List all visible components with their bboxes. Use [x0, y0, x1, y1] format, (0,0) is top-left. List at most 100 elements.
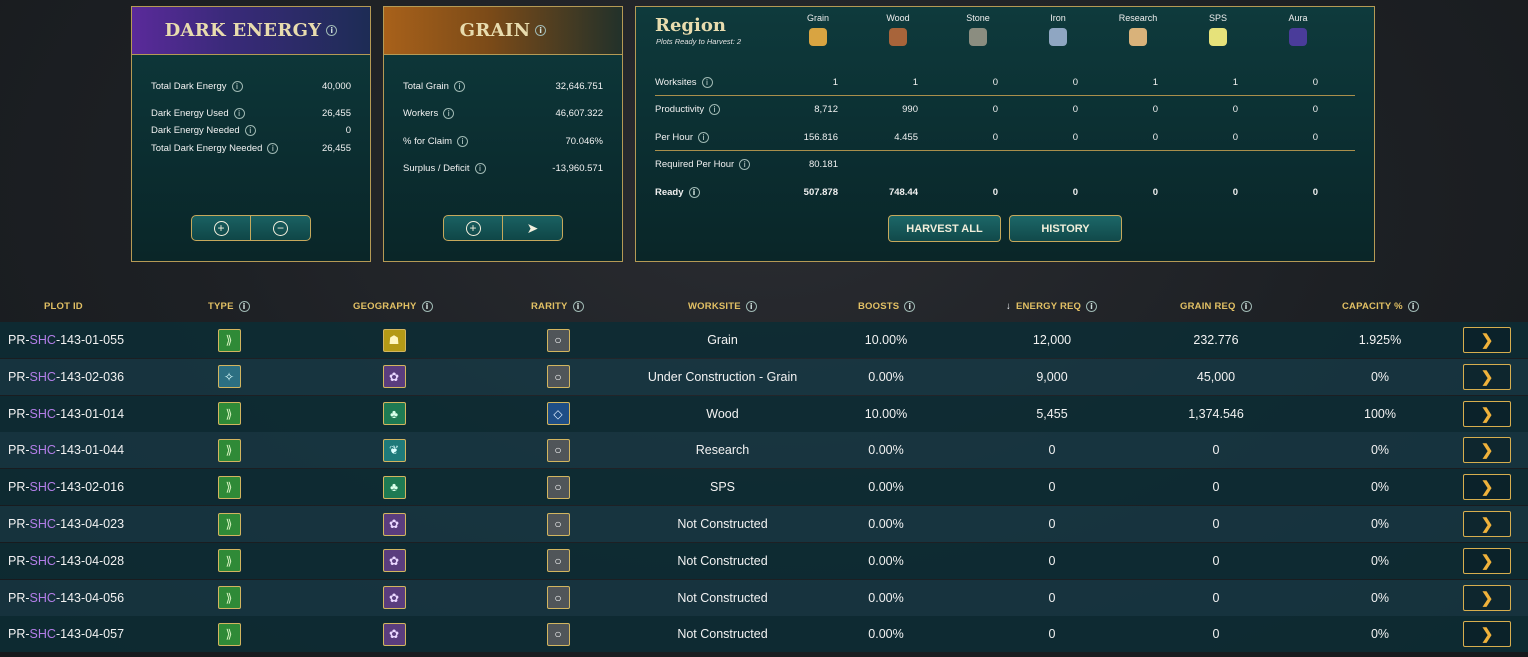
header-type[interactable]: TYPE i: [208, 301, 250, 312]
info-icon[interactable]: i: [698, 132, 710, 143]
info-icon[interactable]: i: [326, 25, 338, 36]
geography-teal-icon[interactable]: ❦: [382, 438, 406, 462]
plot-id-code: SHC: [29, 627, 56, 642]
geography-purple-icon[interactable]: ✿: [382, 365, 406, 389]
boosts-cell: 0.00%: [868, 480, 904, 495]
add-dark-energy-button[interactable]: +: [191, 215, 251, 241]
table-row[interactable]: PR- SHC -143-04-028 ⟫ ✿ ○ Not Constructed …: [0, 542, 1528, 579]
info-icon[interactable]: i: [453, 81, 465, 92]
plot-id: PR- SHC -143-04-057: [8, 616, 124, 652]
add-grain-button[interactable]: +: [443, 215, 503, 241]
stat-value: 32,646.751: [555, 81, 603, 92]
info-icon[interactable]: i: [739, 159, 751, 170]
open-plot-button[interactable]: ❯: [1463, 327, 1511, 353]
open-plot-button[interactable]: ❯: [1463, 621, 1511, 648]
rarity-common-icon[interactable]: ○: [546, 475, 570, 499]
rarity-common-icon[interactable]: ○: [546, 622, 570, 646]
rarity-common-icon[interactable]: ○: [546, 512, 570, 536]
info-icon[interactable]: i: [474, 163, 486, 174]
info-icon[interactable]: i: [231, 81, 243, 92]
harvest-all-button[interactable]: HARVEST ALL: [888, 215, 1001, 242]
plot-type-icon[interactable]: ⟫: [217, 475, 241, 499]
info-icon[interactable]: i: [745, 301, 757, 312]
open-plot-button[interactable]: ❯: [1463, 400, 1511, 427]
plot-type-icon[interactable]: ✧: [217, 365, 241, 389]
row-label-text: Per Hour: [655, 132, 694, 144]
remove-dark-energy-button[interactable]: −: [251, 215, 311, 241]
geography-purple-icon[interactable]: ✿: [382, 586, 406, 610]
info-icon[interactable]: i: [1240, 301, 1252, 312]
send-grain-button[interactable]: ➤: [503, 215, 563, 241]
table-row[interactable]: PR- SHC -143-01-044 ⟫ ❦ ○ Research 0.00% 0…: [0, 432, 1528, 469]
table-row[interactable]: PR- SHC -143-04-057 ⟫ ✿ ○ Not Constructed …: [0, 616, 1528, 653]
table-row[interactable]: PR- SHC -143-01-055 ⟫ ☗ ○ Grain 10.00% 12,…: [0, 322, 1528, 358]
table-row[interactable]: PR- SHC -143-04-023 ⟫ ✿ ○ Not Constructed …: [0, 506, 1528, 542]
plot-type-icon[interactable]: ⟫: [217, 549, 241, 573]
geography-green-icon[interactable]: ♣: [382, 402, 406, 426]
rarity-common-icon[interactable]: ○: [546, 438, 570, 462]
geography-purple-icon[interactable]: ✿: [382, 622, 406, 646]
header-capacity[interactable]: CAPACITY % i: [1342, 301, 1419, 312]
info-icon[interactable]: i: [443, 108, 455, 119]
info-icon[interactable]: i: [535, 25, 547, 36]
stat-value: 46,607.322: [555, 108, 603, 119]
header-plot-id[interactable]: PLOT ID: [44, 301, 83, 312]
sps-icon: [1209, 28, 1227, 46]
rarity-common-icon[interactable]: ○: [546, 365, 570, 389]
open-plot-button[interactable]: ❯: [1463, 584, 1511, 611]
info-icon[interactable]: i: [572, 301, 584, 312]
table-row[interactable]: PR- SHC -143-02-036 ✧ ✿ ○ Under Constructi…: [0, 358, 1528, 395]
info-icon[interactable]: i: [457, 136, 469, 147]
table-row[interactable]: PR- SHC -143-04-056 ⟫ ✿ ○ Not Constructed …: [0, 579, 1528, 616]
plot-id-suffix: -143-02-036: [55, 369, 125, 384]
table-row[interactable]: PR- SHC -143-01-014 ⟫ ♣ ◇ Wood 10.00% 5,45…: [0, 395, 1528, 432]
plot-type-icon[interactable]: ⟫: [217, 512, 241, 536]
open-plot-button[interactable]: ❯: [1463, 363, 1511, 390]
info-icon[interactable]: i: [701, 77, 713, 88]
plot-type-icon[interactable]: ⟫: [217, 328, 241, 352]
geography-cell: ✿: [377, 506, 411, 542]
plot-type-icon[interactable]: ⟫: [217, 586, 241, 610]
info-icon[interactable]: i: [904, 301, 916, 312]
rarity-rare-icon[interactable]: ◇: [546, 402, 570, 426]
info-icon[interactable]: i: [688, 187, 700, 198]
history-button[interactable]: HISTORY: [1009, 215, 1122, 242]
geography-green-icon[interactable]: ♣: [382, 475, 406, 499]
region-value: 156.816: [803, 132, 838, 143]
open-plot-button[interactable]: ❯: [1463, 511, 1511, 537]
header-energy-req[interactable]: ↓ ENERGY REQ i: [1006, 301, 1098, 312]
plot-type-icon[interactable]: ⟫: [217, 438, 241, 462]
geography-purple-icon[interactable]: ✿: [382, 512, 406, 536]
info-icon[interactable]: i: [267, 143, 279, 154]
plot-type-icon[interactable]: ⟫: [217, 402, 241, 426]
geography-purple-icon[interactable]: ✿: [382, 549, 406, 573]
action-cell: ❯: [1463, 469, 1511, 505]
info-icon[interactable]: i: [1407, 301, 1419, 312]
open-plot-button[interactable]: ❯: [1463, 547, 1511, 574]
header-rarity[interactable]: RARITY i: [531, 301, 584, 312]
open-plot-button[interactable]: ❯: [1463, 437, 1511, 464]
info-icon[interactable]: i: [238, 301, 250, 312]
header-boosts[interactable]: BOOSTS i: [858, 301, 916, 312]
rarity-cell: ○: [541, 322, 575, 358]
info-icon[interactable]: i: [244, 125, 256, 136]
geography-grain-icon[interactable]: ☗: [382, 328, 406, 352]
open-plot-button[interactable]: ❯: [1463, 474, 1511, 501]
header-grain-req[interactable]: GRAIN REQ i: [1180, 301, 1252, 312]
rarity-common-icon[interactable]: ○: [546, 328, 570, 352]
plot-type-icon[interactable]: ⟫: [217, 622, 241, 646]
energy-req-cell: 9,000: [1036, 369, 1068, 384]
region-value: 1: [912, 77, 918, 88]
rarity-common-icon[interactable]: ○: [546, 549, 570, 573]
info-icon[interactable]: i: [421, 301, 433, 312]
info-icon[interactable]: i: [1086, 301, 1098, 312]
plot-id-code: SHC: [29, 553, 56, 568]
table-row[interactable]: PR- SHC -143-02-016 ⟫ ♣ ○ SPS 0.00% 0 0 0%…: [0, 469, 1528, 506]
header-geography[interactable]: GEOGRAPHY i: [353, 301, 433, 312]
info-icon[interactable]: i: [709, 104, 721, 115]
stat-surplus-deficit: Surplus / Deficit i -13,960.571: [403, 163, 603, 174]
rarity-common-icon[interactable]: ○: [546, 586, 570, 610]
header-worksite[interactable]: WORKSITE i: [688, 301, 757, 312]
stat-value: 0: [345, 125, 351, 136]
info-icon[interactable]: i: [233, 108, 245, 119]
